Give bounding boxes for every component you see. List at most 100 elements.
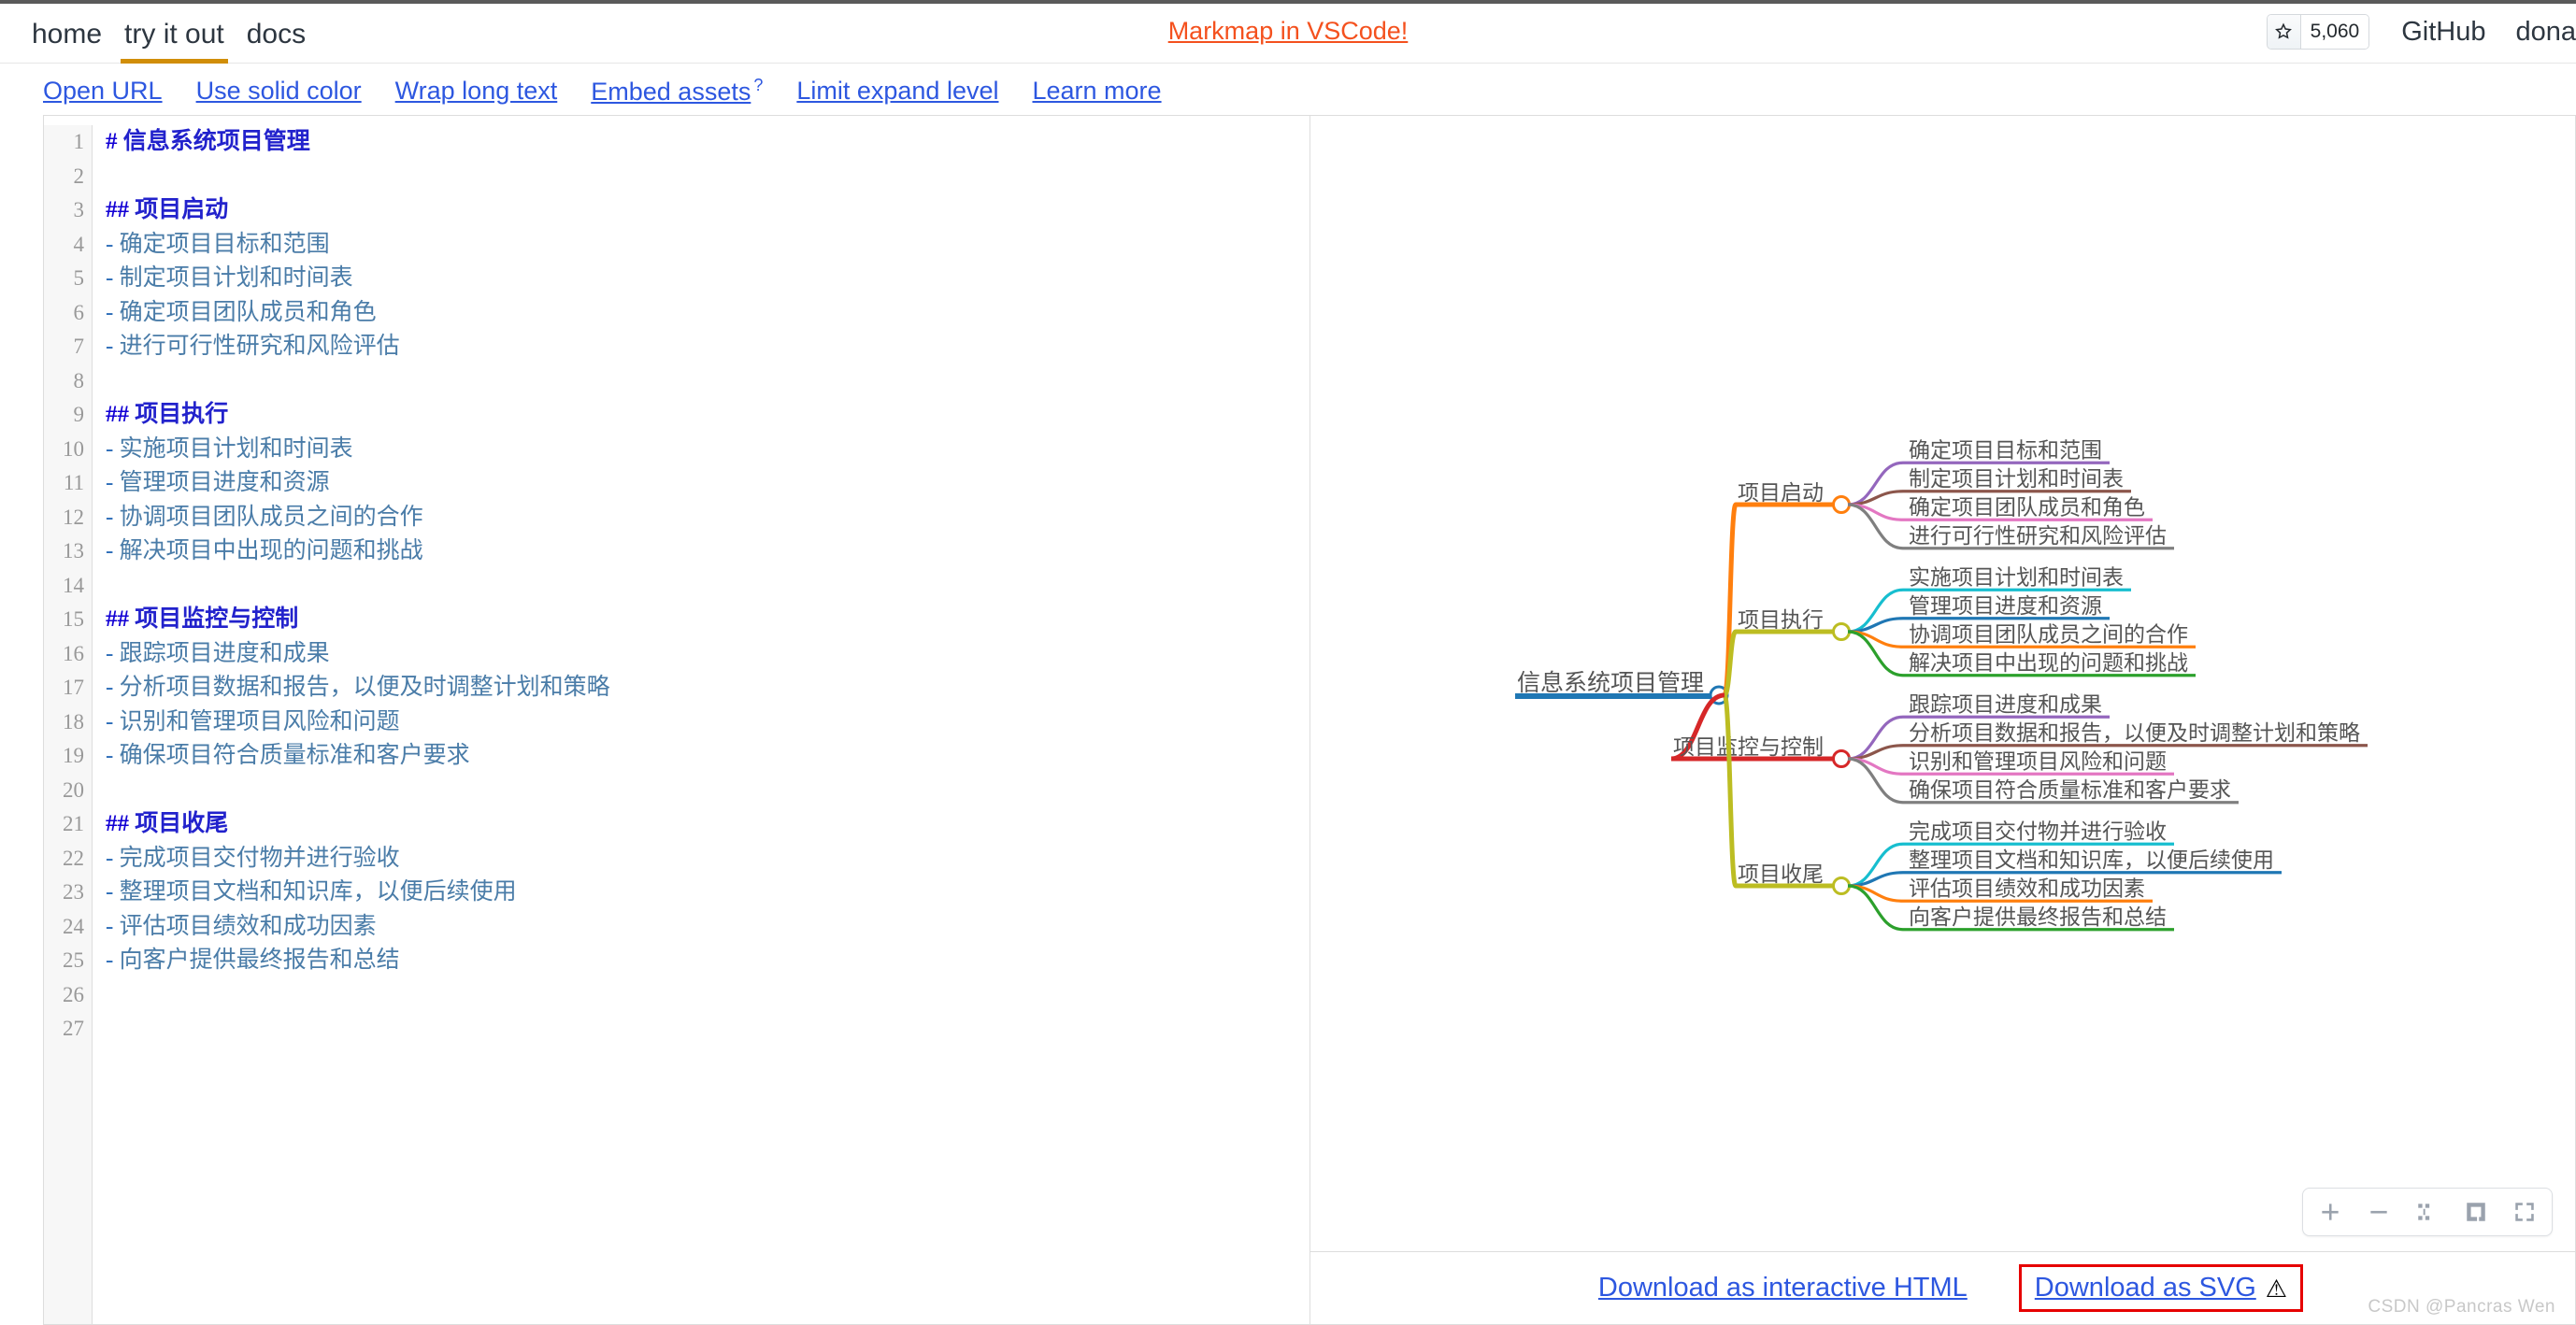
- markmap-vscode-link[interactable]: Markmap in VSCode!: [1168, 17, 1409, 45]
- zoom-out-icon[interactable]: [2363, 1196, 2395, 1228]
- editor-code-area[interactable]: # 信息系统项目管理 ## 项目启动 - 确定项目目标和范围 - 制定项目计划和时间…: [93, 125, 1309, 1324]
- mindmap-branch-node[interactable]: [1832, 495, 1851, 514]
- editor-line[interactable]: [106, 1012, 1309, 1047]
- markdown-editor-pane[interactable]: 1 2 3 4 5 6 7 8 9 10 11 12 13 14 15 16 17 18 19 20 21 22 23 24 2…: [43, 115, 1309, 1325]
- option-label: Wrap long text: [394, 76, 558, 105]
- donate-link[interactable]: dona: [2500, 17, 2576, 48]
- editor-line[interactable]: - 解决项目中出现的问题和挑战: [106, 534, 1309, 569]
- zoom-toolbar: [2302, 1188, 2553, 1236]
- editor-line[interactable]: ## 项目执行: [106, 398, 1309, 433]
- option-learn-more[interactable]: Learn more: [1032, 77, 1161, 106]
- line-number: 16: [63, 641, 84, 665]
- editor-line[interactable]: [106, 978, 1309, 1013]
- editor-line[interactable]: - 管理项目进度和资源: [106, 466, 1309, 501]
- editor-line[interactable]: - 实施项目计划和时间表: [106, 433, 1309, 467]
- line-number: 19: [63, 744, 84, 767]
- mindmap-branch-label: 项目启动: [1738, 480, 1824, 505]
- github-star-badge[interactable]: 5,060: [2266, 14, 2370, 50]
- recursive-toggle-icon[interactable]: [2460, 1196, 2492, 1228]
- zoom-in-icon[interactable]: [2314, 1196, 2346, 1228]
- line-number: 13: [63, 539, 84, 563]
- editor-line[interactable]: [106, 364, 1309, 399]
- option-limit-expand-level[interactable]: Limit expand level: [796, 77, 998, 106]
- editor-line[interactable]: [106, 569, 1309, 604]
- mindmap-svg[interactable]: 信息系统项目管理 项目启动 确定项目目标和范围制定项目计划和时间表确定项目团队成员和…: [1310, 116, 2572, 1251]
- editor-line[interactable]: - 确定项目目标和范围: [106, 228, 1309, 263]
- line-number: 14: [63, 573, 84, 597]
- list-marker: -: [106, 913, 114, 939]
- option-open-url[interactable]: Open URL: [43, 77, 163, 106]
- line-number: 21: [63, 812, 84, 835]
- list-text: 实施项目计划和时间表: [119, 435, 353, 462]
- download-svg-wrap[interactable]: Download as SVG ⚠: [2018, 1264, 2304, 1312]
- markmap-page: home try it out docs Markmap in VSCode! 5,…: [0, 0, 2576, 1325]
- nav-link-home[interactable]: home: [21, 20, 113, 64]
- option-embed-assets[interactable]: Embed assets?: [591, 76, 763, 107]
- editor-line[interactable]: - 跟踪项目进度和成果: [106, 637, 1309, 672]
- option-label: Learn more: [1032, 76, 1162, 105]
- fullscreen-icon[interactable]: [2509, 1196, 2540, 1228]
- list-marker: -: [106, 845, 114, 871]
- editor-line[interactable]: ## 项目收尾: [106, 807, 1309, 842]
- fit-center-icon[interactable]: [2411, 1196, 2443, 1228]
- mindmap-root-label: 信息系统项目管理: [1517, 670, 1704, 696]
- mindmap-canvas[interactable]: 信息系统项目管理 项目启动 确定项目目标和范围 制定项目计划和时间表 确定项目团队成员和…: [1310, 116, 2575, 1251]
- mindmap-pane: 信息系统项目管理 项目启动 确定项目目标和范围 制定项目计划和时间表 确定项目团队成员和…: [1309, 115, 2576, 1325]
- editor-line[interactable]: [106, 160, 1309, 194]
- editor-line[interactable]: # 信息系统项目管理: [106, 125, 1309, 160]
- star-count: 5,060: [2300, 15, 2369, 49]
- list-text: 解决项目中出现的问题和挑战: [119, 538, 423, 563]
- line-number: 4: [73, 232, 85, 256]
- download-svg-link[interactable]: Download as SVG: [2035, 1273, 2256, 1304]
- line-number: 2: [73, 164, 85, 188]
- mindmap-leaf-label: 分析项目数据和报告，以便及时调整计划和策略: [1909, 720, 2360, 745]
- github-link[interactable]: GitHub: [2386, 17, 2500, 48]
- mindmap-link: [1722, 692, 1739, 889]
- list-text: 整理项目文档和知识库，以便后续使用: [119, 879, 517, 905]
- help-superscript[interactable]: ?: [753, 76, 763, 95]
- editor-line[interactable]: - 完成项目交付物并进行验收: [106, 842, 1309, 876]
- mindmap-branch-label: 项目收尾: [1738, 862, 1824, 886]
- editor-line[interactable]: ## 项目启动: [106, 193, 1309, 228]
- editor-line[interactable]: - 确定项目团队成员和角色: [106, 296, 1309, 331]
- heading-marker: ##: [106, 402, 129, 427]
- editor-line[interactable]: - 整理项目文档和知识库，以便后续使用: [106, 876, 1309, 910]
- editor-line[interactable]: [106, 774, 1309, 808]
- mindmap-leaf-label: 识别和管理项目风险和问题: [1909, 748, 2167, 773]
- option-use-solid-color[interactable]: Use solid color: [196, 77, 362, 106]
- mindmap-leaf-label: 确定项目目标和范围: [1909, 437, 2102, 462]
- mindmap-branch-label: 项目执行: [1738, 607, 1824, 632]
- line-number: 27: [63, 1017, 84, 1040]
- editor-line[interactable]: - 协调项目团队成员之间的合作: [106, 501, 1309, 535]
- editor-line[interactable]: - 识别和管理项目风险和问题: [106, 705, 1309, 740]
- list-text: 制定项目计划和时间表: [119, 265, 353, 291]
- line-number: 11: [63, 471, 84, 494]
- mindmap-leaf-label: 向客户提供最终报告和总结: [1909, 905, 2167, 929]
- editor-line[interactable]: - 评估项目绩效和成功因素: [106, 910, 1309, 945]
- nav-link-try-it-out[interactable]: try it out: [113, 20, 236, 64]
- download-html-wrap[interactable]: Download as interactive HTML: [1585, 1267, 1981, 1309]
- primary-nav: home try it out docs: [0, 0, 317, 64]
- line-number: 26: [63, 982, 84, 1006]
- editor-line[interactable]: - 进行可行性研究和风险评估: [106, 330, 1309, 364]
- download-interactive-html-link[interactable]: Download as interactive HTML: [1598, 1273, 1968, 1304]
- editor-line[interactable]: ## 项目监控与控制: [106, 603, 1309, 637]
- codemirror[interactable]: 1 2 3 4 5 6 7 8 9 10 11 12 13 14 15 16 17 18 19 20 21 22 23 24 2…: [44, 116, 1309, 1324]
- editor-line[interactable]: - 分析项目数据和报告，以便及时调整计划和策略: [106, 671, 1309, 705]
- options-toolbar: Open URL Use solid color Wrap long text Emb…: [0, 64, 2576, 118]
- mindmap-branch-label: 项目监控与控制: [1673, 734, 1824, 759]
- mindmap-branch-node[interactable]: [1832, 749, 1851, 768]
- option-wrap-long-text[interactable]: Wrap long text: [395, 77, 558, 106]
- line-number: 9: [73, 403, 85, 426]
- mindmap-leaf-label: 跟踪项目进度和成果: [1909, 691, 2102, 716]
- editor-line[interactable]: - 确保项目符合质量标准和客户要求: [106, 739, 1309, 774]
- mindmap-branch-node[interactable]: [1832, 622, 1851, 641]
- mindmap-branch-node[interactable]: [1832, 876, 1851, 895]
- line-number: 7: [73, 335, 85, 358]
- editor-line[interactable]: - 制定项目计划和时间表: [106, 262, 1309, 296]
- heading-text: 项目监控与控制: [135, 606, 299, 632]
- editor-line[interactable]: - 向客户提供最终报告和总结: [106, 944, 1309, 978]
- list-text: 跟踪项目进度和成果: [119, 640, 330, 666]
- nav-link-docs[interactable]: docs: [236, 20, 317, 64]
- line-number: 1: [73, 130, 85, 153]
